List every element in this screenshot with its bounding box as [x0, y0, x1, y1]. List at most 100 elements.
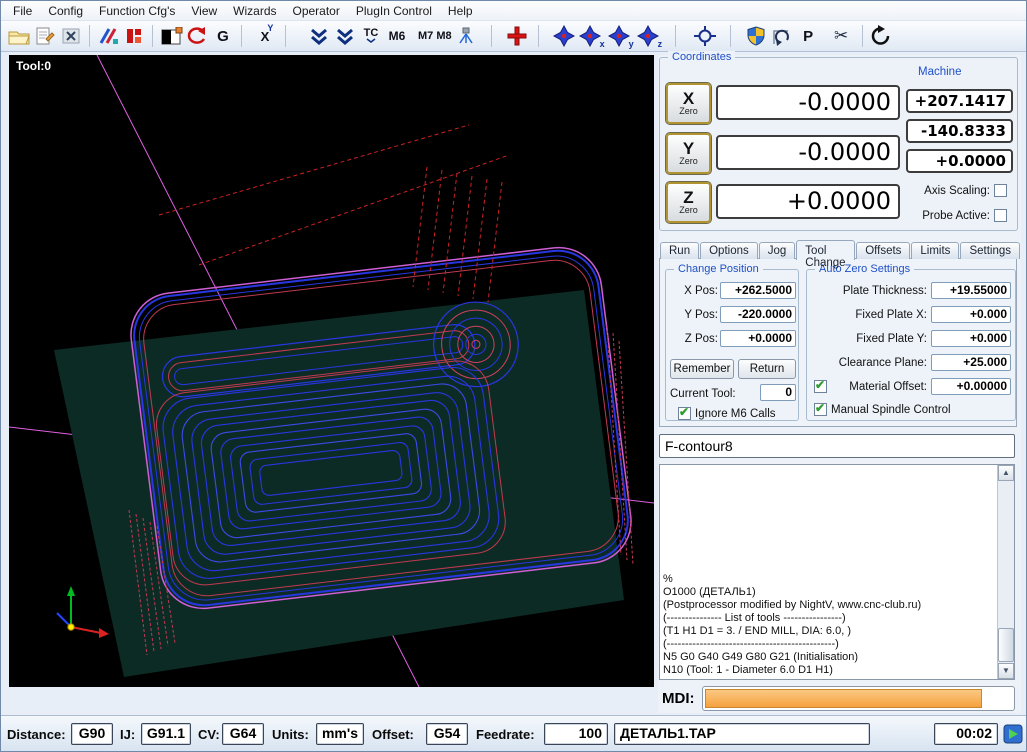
tab-jog[interactable]: Jog	[759, 242, 796, 259]
zero-y-button[interactable]: Y Zero	[666, 133, 711, 174]
tab-run[interactable]: Run	[660, 242, 699, 259]
gcode-button[interactable]: G	[211, 23, 235, 49]
zero-z-button[interactable]: Z Zero	[666, 182, 711, 223]
gcode-line: N5 G0 G40 G49 G80 G21 (Initialisation)	[663, 651, 993, 664]
display-mode-icon[interactable]	[159, 23, 183, 49]
material-offset-input[interactable]: +0.00000	[931, 378, 1011, 395]
menu-bar: File Config Function Cfg's View Wizards …	[1, 1, 1026, 21]
toolpath-render	[9, 55, 654, 687]
probe-active-checkbox[interactable]	[994, 209, 1007, 222]
material-offset-checkbox[interactable]	[814, 380, 827, 393]
edit-file-icon[interactable]	[33, 23, 57, 49]
y-dro[interactable]: -0.0000	[716, 135, 900, 170]
tool-change-button[interactable]: TC	[359, 23, 383, 49]
cut-button[interactable]: ✂	[829, 23, 853, 49]
xy-coords-button[interactable]: XY	[255, 23, 279, 49]
menu-view[interactable]: View	[183, 2, 225, 20]
menu-wizards[interactable]: Wizards	[225, 2, 284, 20]
toolpath-viewport[interactable]: Tool:0	[9, 55, 654, 687]
current-tool-input[interactable]: 0	[760, 384, 796, 401]
ij-mode-box[interactable]: G91.1	[141, 723, 191, 745]
nc-file-icon[interactable]	[122, 23, 146, 49]
coordinates-group: Coordinates Machine X Zero -0.0000 +207.…	[659, 57, 1018, 231]
offset-box[interactable]: G54	[426, 723, 468, 745]
menu-plugin-control[interactable]: PlugIn Control	[348, 2, 440, 20]
tab-settings[interactable]: Settings	[960, 242, 1020, 259]
scroll-up-icon[interactable]	[998, 465, 1014, 481]
close-file-icon[interactable]	[59, 23, 83, 49]
tool-position-button[interactable]	[505, 23, 529, 49]
units-box[interactable]: mm's	[316, 723, 364, 745]
status-app-icon[interactable]	[1003, 724, 1023, 749]
zero-y-button-toolbar[interactable]: y	[607, 23, 634, 49]
refresh-button[interactable]	[869, 23, 893, 49]
zero-x-button[interactable]: X Zero	[666, 83, 711, 124]
x-dro[interactable]: -0.0000	[716, 85, 900, 120]
lazycam-icon[interactable]	[96, 23, 120, 49]
zero-x-letter: X	[683, 91, 694, 107]
menu-file[interactable]: File	[5, 2, 40, 20]
m6-button[interactable]: M6	[385, 23, 409, 49]
scroll-down-icon[interactable]	[998, 663, 1014, 679]
clearance-plane-input[interactable]: +25.000	[931, 354, 1011, 371]
z-dro[interactable]: +0.0000	[716, 184, 900, 219]
status-bar: Distance: G90 IJ: G91.1 CV: G64 Units: m…	[1, 715, 1026, 751]
axis-scaling-checkbox[interactable]	[994, 184, 1007, 197]
uac-shield-icon	[745, 25, 767, 47]
folder-icon	[7, 27, 31, 46]
tab-options[interactable]: Options	[700, 242, 758, 259]
toolbar-separator	[538, 25, 539, 47]
raise-z-button[interactable]	[333, 23, 357, 49]
mdi-input[interactable]	[705, 689, 982, 708]
toolbar-separator	[241, 25, 242, 47]
lower-z-button[interactable]	[307, 23, 331, 49]
cv-mode-box[interactable]: G64	[222, 723, 264, 745]
feedrate-box[interactable]: 100	[544, 723, 608, 745]
plate-thickness-input[interactable]: +19.55000	[931, 282, 1011, 299]
tab-offsets[interactable]: Offsets	[856, 242, 910, 259]
goto-zero-button[interactable]	[552, 23, 576, 49]
park-button[interactable]: P	[796, 23, 820, 49]
toolbar-separator	[285, 25, 286, 47]
menu-config[interactable]: Config	[40, 2, 91, 20]
fixed-plate-y-input[interactable]: +0.000	[931, 330, 1011, 347]
gcode-scrollbar[interactable]	[997, 465, 1014, 679]
ignore-m6-checkbox[interactable]	[678, 407, 691, 420]
return-button[interactable]: Return	[738, 359, 796, 379]
gcode-line: (Postprocessor modified by NightV, www.c…	[663, 599, 993, 612]
program-name-field[interactable]: F-contour8	[659, 434, 1015, 458]
toolbar-separator	[730, 25, 731, 47]
x-pos-input[interactable]: +262.5000	[720, 282, 796, 299]
units-label: Units:	[272, 727, 309, 742]
tab-tool-change[interactable]: Tool Change	[796, 240, 855, 260]
coolant-button[interactable]	[454, 23, 478, 49]
remember-button[interactable]: Remember	[670, 359, 734, 379]
regen-toolpath-icon[interactable]	[185, 23, 209, 49]
crosshair-icon	[693, 25, 717, 47]
probe-center-button[interactable]	[693, 23, 717, 49]
menu-operator[interactable]: Operator	[285, 2, 348, 20]
manual-spindle-label: Manual Spindle Control	[831, 404, 951, 416]
sub-z-label: z	[658, 39, 663, 49]
bw-square-icon	[160, 27, 183, 46]
tab-limits[interactable]: Limits	[911, 242, 959, 259]
fixed-plate-x-input[interactable]: +0.000	[931, 306, 1011, 323]
open-file-icon[interactable]	[7, 23, 31, 49]
menu-help[interactable]: Help	[440, 2, 481, 20]
y-pos-input[interactable]: -220.0000	[720, 306, 796, 323]
ignore-m6-label: Ignore M6 Calls	[695, 408, 776, 420]
distance-mode-box[interactable]: G90	[71, 723, 113, 745]
m7-m8-button[interactable]: M7 M8	[418, 23, 452, 49]
admin-shield-button[interactable]	[744, 23, 768, 49]
clearance-plane-label: Clearance Plane:	[811, 357, 927, 369]
z-pos-input[interactable]: +0.0000	[720, 330, 796, 347]
gcode-display[interactable]: % O1000 (ДЕТАЛЬ1) (Postprocessor modifie…	[659, 464, 1015, 680]
zero-z-button-toolbar[interactable]: z	[636, 23, 663, 49]
close-icon	[61, 27, 81, 45]
control-panel: Coordinates Machine X Zero -0.0000 +207.…	[658, 55, 1021, 713]
scrollbar-thumb[interactable]	[998, 628, 1014, 662]
rotate-90-button[interactable]	[770, 23, 794, 49]
manual-spindle-checkbox[interactable]	[814, 403, 827, 416]
zero-x-button-toolbar[interactable]: x	[578, 23, 605, 49]
menu-function-cfgs[interactable]: Function Cfg's	[91, 2, 183, 20]
